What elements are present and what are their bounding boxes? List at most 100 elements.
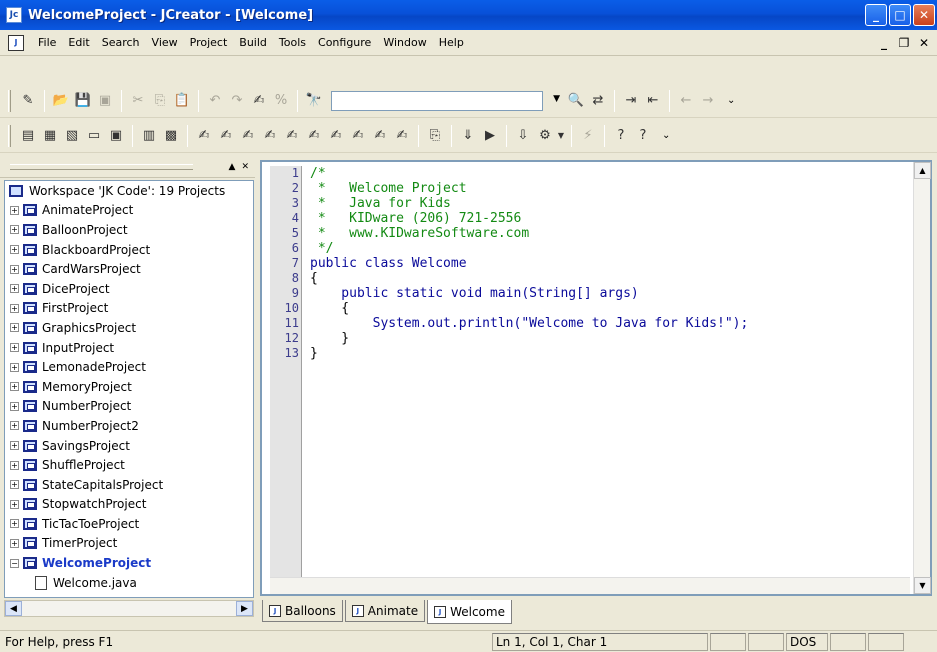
expand-icon[interactable]: + bbox=[10, 284, 19, 294]
toggle-bookmark-icon[interactable]: ✍ bbox=[248, 90, 270, 112]
mdi-restore-button[interactable]: ❐ bbox=[895, 34, 913, 52]
undo-icon[interactable]: ↶ bbox=[204, 90, 226, 112]
tree-item-project[interactable]: + GraphicsProject bbox=[5, 318, 253, 338]
panel-collapse-icon[interactable]: ▲ bbox=[229, 162, 236, 172]
workspace-root[interactable]: Workspace 'JK Code': 19 Projects bbox=[5, 181, 253, 201]
copy-icon[interactable]: ⎘ bbox=[149, 90, 171, 112]
file-view-icon[interactable]: ▦ bbox=[39, 125, 61, 147]
document-icon[interactable]: J bbox=[8, 34, 24, 51]
tool-1-icon[interactable]: ✍ bbox=[193, 125, 215, 147]
build-project-icon[interactable]: ⇓ bbox=[457, 125, 479, 147]
close-button[interactable]: ✕ bbox=[913, 4, 935, 26]
tree-item-project[interactable]: + DiceProject bbox=[5, 279, 253, 299]
expand-icon[interactable]: + bbox=[10, 205, 19, 215]
workspace-horizontal-scrollbar[interactable]: ◀ ▶ bbox=[4, 600, 254, 617]
panel-grip[interactable] bbox=[10, 163, 193, 170]
find-in-files-icon[interactable]: 🔍 bbox=[565, 90, 587, 112]
toolbar-grip[interactable] bbox=[8, 89, 11, 112]
panel-close-icon[interactable]: ✕ bbox=[241, 162, 249, 172]
tool-9-icon[interactable]: ✍ bbox=[369, 125, 391, 147]
stop-icon[interactable]: ⚡ bbox=[577, 125, 599, 147]
tool-4-icon[interactable]: ✍ bbox=[259, 125, 281, 147]
tree-item-project[interactable]: + ShuffleProject bbox=[5, 455, 253, 475]
tree-item-project[interactable]: + FirstProject bbox=[5, 299, 253, 319]
tool-2-icon[interactable]: ✍ bbox=[215, 125, 237, 147]
forward-arrow-icon[interactable]: → bbox=[697, 90, 719, 112]
editor-horizontal-scrollbar[interactable] bbox=[270, 577, 910, 594]
tool-5-icon[interactable]: ✍ bbox=[281, 125, 303, 147]
new-file-icon[interactable]: ✎ bbox=[17, 90, 39, 112]
save-all-icon[interactable]: ▣ bbox=[94, 90, 116, 112]
menu-configure[interactable]: Configure bbox=[312, 34, 377, 51]
expand-icon[interactable]: + bbox=[10, 401, 19, 411]
fullscreen-icon[interactable]: ▣ bbox=[105, 125, 127, 147]
tree-item-project[interactable]: + NumberProject bbox=[5, 397, 253, 417]
menu-project[interactable]: Project bbox=[184, 34, 234, 51]
expand-icon[interactable]: + bbox=[10, 245, 19, 255]
expand-icon[interactable]: + bbox=[10, 225, 19, 235]
tree-item-project[interactable]: + StateCapitalsProject bbox=[5, 475, 253, 495]
expand-icon[interactable]: + bbox=[10, 343, 19, 353]
tree-item-project[interactable]: + TimerProject bbox=[5, 534, 253, 554]
menu-view[interactable]: View bbox=[146, 34, 184, 51]
open-folder-icon[interactable]: 📂 bbox=[50, 90, 72, 112]
scroll-right-icon[interactable]: ▶ bbox=[236, 601, 253, 616]
minimize-button[interactable]: _ bbox=[865, 4, 887, 26]
mdi-close-button[interactable]: ✕ bbox=[915, 34, 933, 52]
expand-icon[interactable]: + bbox=[10, 303, 19, 313]
run-options-dropdown-icon[interactable]: ▼ bbox=[556, 125, 566, 147]
expand-icon[interactable]: + bbox=[10, 362, 19, 372]
menu-window[interactable]: Window bbox=[377, 34, 432, 51]
menu-help[interactable]: Help bbox=[433, 34, 470, 51]
tool-8-icon[interactable]: ✍ bbox=[347, 125, 369, 147]
mdi-minimize-button[interactable]: _ bbox=[875, 34, 893, 52]
toolbar-options-icon[interactable]: ⌄ bbox=[727, 95, 735, 106]
menu-tools[interactable]: Tools bbox=[273, 34, 312, 51]
clear-bookmarks-icon[interactable]: % bbox=[270, 90, 292, 112]
expand-icon[interactable]: + bbox=[10, 264, 19, 274]
expand-icon[interactable]: + bbox=[10, 460, 19, 470]
tree-item-project[interactable]: + StopwatchProject bbox=[5, 495, 253, 515]
tool-3-icon[interactable]: ✍ bbox=[237, 125, 259, 147]
scroll-up-icon[interactable]: ▲ bbox=[914, 162, 931, 179]
tab-welcome[interactable]: J Welcome bbox=[427, 600, 512, 624]
tool-10-icon[interactable]: ✍ bbox=[391, 125, 413, 147]
menu-build[interactable]: Build bbox=[233, 34, 273, 51]
tree-item-project[interactable]: + AnimateProject bbox=[5, 201, 253, 221]
expand-icon[interactable]: + bbox=[10, 519, 19, 529]
expand-icon[interactable]: + bbox=[10, 499, 19, 509]
tree-item-project[interactable]: + NumberProject2 bbox=[5, 416, 253, 436]
context-help-icon[interactable]: ? bbox=[632, 125, 654, 147]
code-area[interactable]: 1/* 2 * Welcome Project 3 * Java for Kids 4… bbox=[270, 166, 900, 586]
expand-icon[interactable]: + bbox=[10, 323, 19, 333]
workspace-tree[interactable]: Workspace 'JK Code': 19 Projects + Animat… bbox=[4, 180, 254, 598]
execute-project-icon[interactable]: ▶ bbox=[479, 125, 501, 147]
menu-edit[interactable]: Edit bbox=[62, 34, 95, 51]
indent-icon[interactable]: ⇥ bbox=[620, 90, 642, 112]
expand-icon[interactable]: + bbox=[10, 382, 19, 392]
expand-icon[interactable]: + bbox=[10, 441, 19, 451]
code-editor[interactable]: 1/* 2 * Welcome Project 3 * Java for Kids 4… bbox=[260, 160, 932, 596]
maximize-button[interactable]: □ bbox=[889, 4, 911, 26]
tree-item-file[interactable]: Welcome.java bbox=[5, 573, 253, 593]
tree-item-project[interactable]: + LemonadeProject bbox=[5, 357, 253, 377]
menu-search[interactable]: Search bbox=[96, 34, 146, 51]
class-wizard-icon[interactable]: ▥ bbox=[138, 125, 160, 147]
jcreator-app-icon[interactable]: Jc bbox=[6, 7, 22, 23]
back-arrow-icon[interactable]: ← bbox=[675, 90, 697, 112]
paste-icon[interactable]: 📋 bbox=[171, 90, 193, 112]
find-icon[interactable]: 🔭 bbox=[303, 90, 325, 112]
save-icon[interactable]: 💾 bbox=[72, 90, 94, 112]
collapse-icon[interactable]: − bbox=[10, 558, 19, 568]
compile-file-icon[interactable]: ⎘ bbox=[424, 125, 446, 147]
tree-item-project[interactable]: + SavingsProject bbox=[5, 436, 253, 456]
tab-animate[interactable]: J Animate bbox=[344, 600, 426, 622]
scroll-left-icon[interactable]: ◀ bbox=[5, 601, 22, 616]
editor-vertical-scrollbar[interactable]: ▲ ▼ bbox=[913, 162, 931, 594]
tool-7-icon[interactable]: ✍ bbox=[325, 125, 347, 147]
scroll-down-icon[interactable]: ▼ bbox=[914, 577, 931, 594]
output-pane-icon[interactable]: ▭ bbox=[83, 125, 105, 147]
tree-item-project[interactable]: + BalloonProject bbox=[5, 220, 253, 240]
tab-balloons[interactable]: J Balloons bbox=[262, 600, 343, 622]
search-combo-input[interactable]: ▼ bbox=[331, 90, 560, 111]
